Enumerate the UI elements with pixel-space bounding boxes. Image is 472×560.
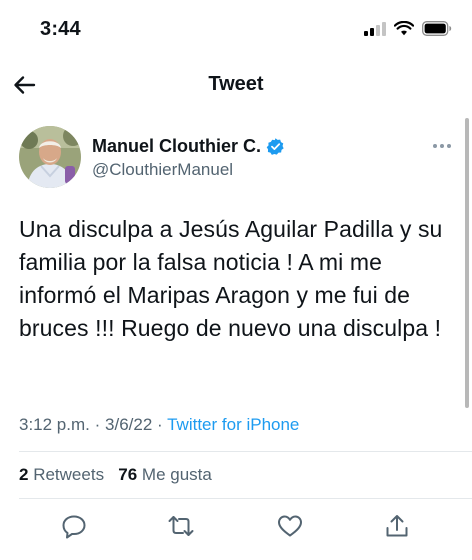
tweet-source-link[interactable]: Twitter for iPhone <box>167 415 299 434</box>
meta-separator: · <box>94 415 101 434</box>
retweets-stat[interactable]: 2 Retweets <box>19 465 109 484</box>
reply-icon[interactable] <box>60 512 88 540</box>
cellular-signal-icon <box>364 21 386 36</box>
tweet-meta: 3:12 p.m. · 3/6/22 · Twitter for iPhone <box>19 415 299 435</box>
meta-separator: · <box>157 415 163 434</box>
tweet-time: 3:12 p.m. <box>19 415 90 434</box>
page-title: Tweet <box>208 73 264 95</box>
likes-count: 76 <box>118 465 138 484</box>
more-options-icon[interactable] <box>430 136 454 156</box>
share-icon[interactable] <box>383 512 411 540</box>
status-icons <box>364 21 452 36</box>
author-handle[interactable]: @ClouthierManuel <box>92 160 233 180</box>
author-name[interactable]: Manuel Clouthier C. <box>92 136 285 157</box>
status-bar: 3:44 <box>0 0 472 62</box>
likes-stat[interactable]: 76 Me gusta <box>118 465 212 484</box>
divider <box>19 498 472 499</box>
status-time: 3:44 <box>40 18 81 40</box>
like-icon[interactable] <box>276 512 304 540</box>
nav-header: Tweet <box>0 62 472 108</box>
verified-badge-icon <box>266 138 284 155</box>
scrollbar[interactable] <box>465 118 469 408</box>
wifi-icon <box>394 21 414 36</box>
retweet-icon[interactable] <box>167 512 195 540</box>
retweets-label: Retweets <box>33 465 105 484</box>
avatar[interactable] <box>19 126 81 188</box>
likes-label: Me gusta <box>141 465 212 484</box>
battery-icon <box>422 21 452 36</box>
tweet-actions <box>0 510 472 542</box>
tweet-stats: 2 Retweets 76 Me gusta <box>19 465 212 485</box>
tweet-text: Una disculpa a Jesús Aguilar Padilla y s… <box>19 216 443 341</box>
tweet-date: 3/6/22 <box>105 415 153 434</box>
divider <box>19 451 472 452</box>
author-name-text: Manuel Clouthier C. <box>92 136 262 156</box>
retweets-count: 2 <box>19 465 29 484</box>
